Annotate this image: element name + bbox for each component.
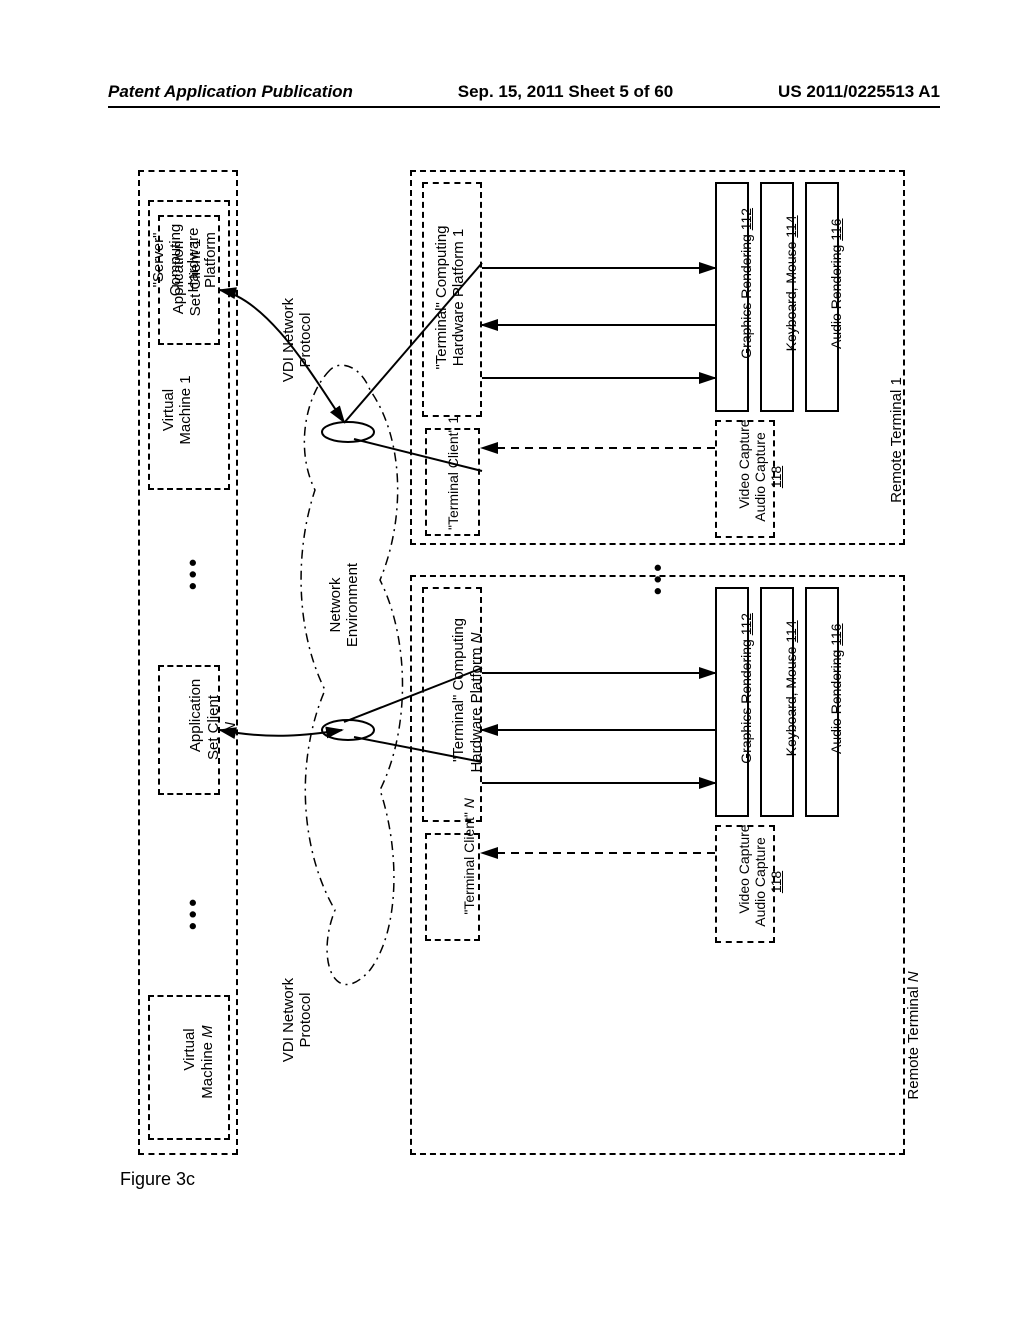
capture-n-ref: 118 bbox=[768, 871, 784, 893]
vdi-label-2: VDI Network Protocol bbox=[280, 940, 315, 1100]
vdi-ellipse-1 bbox=[322, 422, 374, 442]
terminal-hw-1-label: "Terminal" Computing Hardware Platform 1 bbox=[433, 185, 468, 410]
figure-area: "Server" Computing Hardware Platform Vir… bbox=[120, 170, 910, 1190]
net-env-label: Network Environment bbox=[327, 530, 362, 680]
client-n-suffix: N bbox=[461, 798, 477, 808]
remote-terminal-1-label: Remote Terminal 1 bbox=[888, 340, 905, 540]
audio-1-ref: 116 bbox=[828, 218, 844, 240]
page: Patent Application Publication Sep. 15, … bbox=[0, 0, 1024, 1320]
capture-1-ref: 118 bbox=[768, 466, 784, 488]
vdi-label-1: VDI Network Protocol bbox=[280, 260, 315, 420]
keyboard-1-pre: Keyboard, Mouse bbox=[783, 238, 799, 352]
graphics-n-pre: Graphics Rendering bbox=[738, 635, 754, 763]
client-n-pre: "Terminal Client" bbox=[461, 808, 477, 914]
header-left: Patent Application Publication bbox=[108, 82, 353, 102]
audio-n-pre: Audio Rendering bbox=[828, 646, 844, 754]
header-center: Sep. 15, 2011 Sheet 5 of 60 bbox=[458, 82, 673, 102]
capture-1-pre: Video Capture Audio Capture bbox=[736, 419, 768, 521]
audio-1-label: Audio Rendering 116 bbox=[812, 185, 860, 405]
capture-1-label: Video Capture Audio Capture 118 bbox=[720, 422, 800, 532]
remote-n-pre: Remote Terminal bbox=[905, 982, 922, 1099]
graphics-n-ref: 112 bbox=[738, 613, 754, 635]
graphics-1-pre: Graphics Rendering bbox=[738, 230, 754, 358]
graphics-1-ref: 112 bbox=[738, 208, 754, 230]
remote-terminal-n-label: Remote Terminal N bbox=[888, 948, 940, 1148]
audio-n-ref: 116 bbox=[828, 623, 844, 645]
header-rule bbox=[108, 106, 940, 108]
capture-n-pre: Video Capture Audio Capture bbox=[736, 824, 768, 926]
keyboard-n-ref: 114 bbox=[783, 620, 799, 642]
keyboard-n-pre: Keyboard, Mouse bbox=[783, 643, 799, 757]
header-right: US 2011/0225513 A1 bbox=[778, 82, 940, 102]
terminal-hw-n-label: "Terminal" Computing Hardware Platform N bbox=[433, 590, 502, 815]
audio-n-label: Audio Rendering 116 bbox=[812, 590, 860, 810]
capture-n-label: Video Capture Audio Capture 118 bbox=[720, 827, 800, 937]
hw-n-suffix: N bbox=[468, 632, 485, 643]
page-header: Patent Application Publication Sep. 15, … bbox=[108, 82, 940, 102]
figure-label: Figure 3c bbox=[120, 1169, 195, 1190]
terminal-client-1-label: "Terminal Client" 1 bbox=[445, 430, 461, 530]
keyboard-1-ref: 114 bbox=[783, 215, 799, 237]
vdi-ellipse-2 bbox=[322, 720, 374, 740]
terminal-client-n-label: "Terminal Client" N bbox=[445, 833, 493, 938]
remote-n-suffix: N bbox=[905, 971, 922, 982]
audio-1-pre: Audio Rendering bbox=[828, 241, 844, 349]
